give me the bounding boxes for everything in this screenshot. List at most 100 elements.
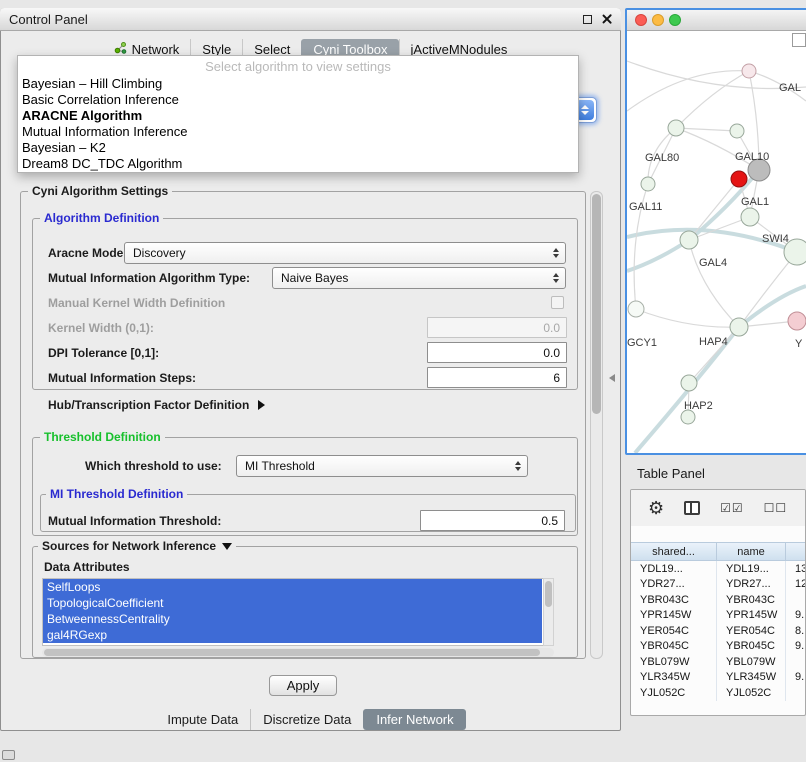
network-node[interactable]: [742, 64, 756, 78]
deselect-all-icon[interactable]: ☐☐: [764, 501, 788, 515]
attributes-vscrollbar[interactable]: [543, 578, 554, 646]
network-node[interactable]: [681, 410, 695, 424]
hub-definition-toggle[interactable]: Hub/Transcription Factor Definition: [48, 398, 265, 412]
table-row[interactable]: YBL079WYBL079W: [631, 654, 805, 670]
attribute-item[interactable]: gal4RGexp: [43, 627, 542, 643]
network-edge: [627, 240, 689, 271]
node-label: GAL4: [699, 257, 727, 269]
algorithm-option[interactable]: Mutual Information Inference: [18, 124, 578, 140]
collapse-down-icon: [222, 543, 232, 550]
vscrollbar-thumb[interactable]: [592, 194, 601, 414]
table-cell: YDL19...: [717, 561, 786, 577]
network-edge: [635, 286, 806, 453]
bottom-tab-impute-data[interactable]: Impute Data: [155, 709, 250, 730]
network-node[interactable]: [681, 375, 697, 391]
algorithm-option[interactable]: Dream8 DC_TDC Algorithm: [18, 156, 578, 172]
attributes-hscrollbar[interactable]: [42, 648, 554, 657]
bottom-tab-discretize-data[interactable]: Discretize Data: [250, 709, 363, 730]
minimize-traffic-light-icon[interactable]: [652, 14, 664, 26]
birdseye-toggle[interactable]: [792, 33, 806, 47]
table-row[interactable]: YDL19...YDL19...13: [631, 561, 805, 577]
close-window-icon[interactable]: [602, 14, 612, 24]
network-node[interactable]: [730, 318, 748, 336]
control-panel-titlebar[interactable]: Control Panel: [0, 8, 621, 31]
mi-threshold-group-title: MI Threshold Definition: [46, 487, 187, 501]
splitter-collapse-icon[interactable]: [609, 374, 615, 382]
show-columns-icon[interactable]: [684, 501, 700, 515]
network-node[interactable]: [741, 208, 759, 226]
mi-steps-label: Mutual Information Steps:: [48, 371, 196, 385]
network-edge: [636, 309, 739, 327]
node-label: HAP2: [684, 400, 713, 412]
close-traffic-light-icon[interactable]: [635, 14, 647, 26]
table-row[interactable]: YPR145WYPR145W9.: [631, 608, 805, 624]
table-cell: 9.: [786, 608, 806, 624]
settings-vscrollbar[interactable]: [590, 191, 603, 659]
network-node[interactable]: [731, 171, 747, 187]
select-all-icon[interactable]: ☑☑: [720, 501, 744, 515]
network-node[interactable]: [628, 301, 644, 317]
zoom-traffic-light-icon[interactable]: [669, 14, 681, 26]
vscrollbar-thumb[interactable]: [545, 581, 552, 607]
dpi-tolerance-field[interactable]: [427, 342, 567, 363]
table-header: shared...name: [631, 542, 805, 561]
apply-button[interactable]: Apply: [269, 675, 337, 696]
network-node[interactable]: [788, 312, 806, 330]
table-panel: ⚙ ☑☑ ☐☐ shared...name YDL19...YDL19...13…: [630, 489, 806, 716]
float-window-icon[interactable]: [583, 15, 592, 24]
which-threshold-label: Which threshold to use:: [85, 459, 222, 473]
column-header[interactable]: [786, 543, 806, 560]
attribute-item[interactable]: BetweennessCentrality: [43, 611, 542, 627]
column-header[interactable]: shared...: [631, 543, 717, 560]
hub-definition-label: Hub/Transcription Factor Definition: [48, 398, 249, 412]
network-node[interactable]: [730, 124, 744, 138]
attribute-item[interactable]: TopologicalCoefficient: [43, 595, 542, 611]
table-row[interactable]: YDR27...YDR27...12: [631, 577, 805, 593]
table-row[interactable]: YBR043CYBR043C: [631, 592, 805, 608]
aracne-mode-value: Discovery: [133, 246, 547, 260]
mi-threshold-field[interactable]: [420, 510, 565, 531]
settings-gear-icon[interactable]: ⚙: [648, 499, 664, 517]
aracne-mode-label: Aracne Mode:: [48, 246, 127, 260]
restore-panel-icon[interactable]: [2, 750, 15, 760]
column-header[interactable]: name: [717, 543, 786, 560]
table-row[interactable]: YBR045CYBR045C9.: [631, 639, 805, 655]
mi-threshold-label: Mutual Information Threshold:: [48, 514, 221, 528]
table-row[interactable]: YER054CYER054C8.: [631, 623, 805, 639]
sources-label: Sources for Network Inference: [42, 539, 216, 553]
table-cell: YBR045C: [631, 639, 717, 655]
mi-steps-field[interactable]: [427, 367, 567, 388]
dpi-tolerance-label: DPI Tolerance [0,1]:: [48, 346, 159, 360]
table-cell: YBL079W: [631, 654, 717, 670]
algorithm-option[interactable]: Bayesian – Hill Climbing: [18, 76, 578, 92]
manual-kernel-checkbox[interactable]: [551, 296, 564, 309]
table-cell: YER054C: [717, 623, 786, 639]
kernel-width-field[interactable]: [427, 317, 567, 338]
algorithm-option[interactable]: Basic Correlation Inference: [18, 92, 578, 108]
hscrollbar-thumb[interactable]: [44, 649, 540, 656]
table-cell: YDL19...: [631, 561, 717, 577]
mi-algorithm-type-select[interactable]: Naive Bayes: [272, 267, 566, 289]
node-label: GAL80: [645, 152, 679, 164]
network-node[interactable]: [668, 120, 684, 136]
attribute-item[interactable]: SelfLoops: [43, 579, 542, 595]
table-cell: YLR345W: [717, 670, 786, 686]
node-label: GAL1: [741, 196, 769, 208]
table-row[interactable]: YLR345WYLR345W9.: [631, 670, 805, 686]
network-node[interactable]: [641, 177, 655, 191]
table-cell: YBR045C: [717, 639, 786, 655]
algorithm-option[interactable]: ARACNE Algorithm: [18, 108, 578, 124]
algorithm-option[interactable]: Bayesian – K2: [18, 140, 578, 156]
aracne-mode-select[interactable]: Discovery: [124, 242, 566, 264]
network-svg: GALGAL80GAL10GAL11GAL1SWI4GAL4GCY1HAP4YH…: [627, 31, 806, 453]
sources-toggle[interactable]: Sources for Network Inference: [38, 539, 236, 553]
network-window-titlebar[interactable]: [627, 10, 806, 31]
window-title: Control Panel: [9, 12, 88, 27]
table-cell: 12: [786, 577, 806, 593]
data-attributes-list[interactable]: SelfLoopsTopologicalCoefficientBetweenne…: [42, 578, 554, 646]
network-node[interactable]: [680, 231, 698, 249]
bottom-tab-infer-network[interactable]: Infer Network: [363, 709, 465, 730]
algorithm-popup: Select algorithm to view settings Bayesi…: [17, 55, 579, 173]
which-threshold-select[interactable]: MI Threshold: [236, 455, 528, 477]
table-row[interactable]: YJL052CYJL052C: [631, 685, 805, 701]
